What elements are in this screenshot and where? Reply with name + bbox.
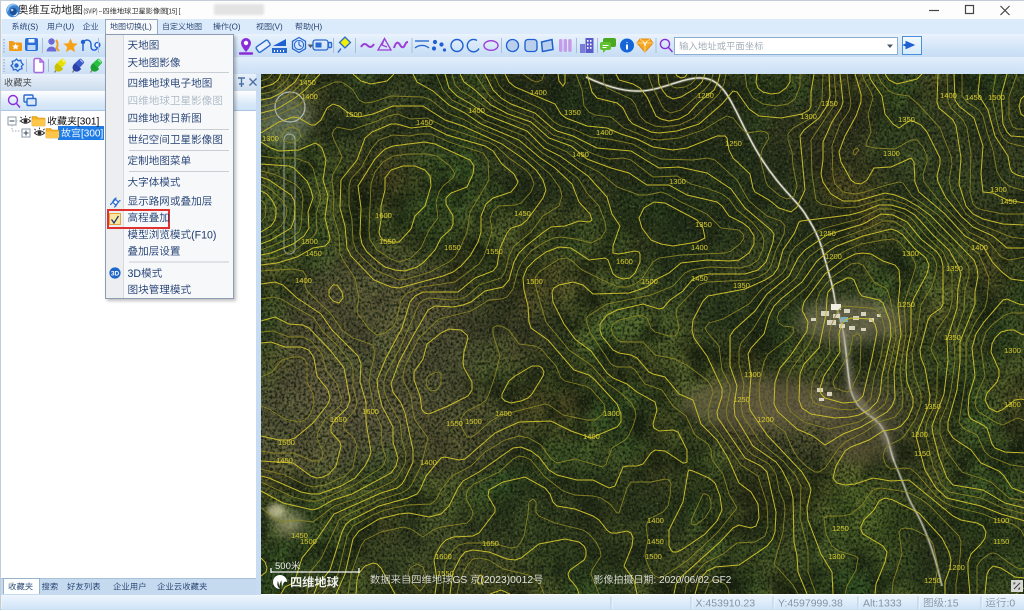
svg-text:1400: 1400 bbox=[583, 432, 600, 441]
svg-text:1500: 1500 bbox=[641, 277, 658, 286]
svg-text:1300: 1300 bbox=[828, 552, 845, 561]
svg-text:1400: 1400 bbox=[691, 243, 708, 252]
svg-text:1350: 1350 bbox=[946, 264, 963, 273]
svg-text:1350: 1350 bbox=[924, 402, 941, 411]
svg-text:1200: 1200 bbox=[911, 430, 928, 439]
svg-text:1300: 1300 bbox=[744, 370, 761, 379]
svg-text:1250: 1250 bbox=[832, 524, 849, 533]
svg-text:1450: 1450 bbox=[514, 209, 531, 218]
svg-text:1450: 1450 bbox=[305, 249, 322, 258]
svg-text:1300: 1300 bbox=[603, 409, 620, 418]
svg-text:1600: 1600 bbox=[362, 407, 379, 416]
svg-text:1250: 1250 bbox=[725, 139, 742, 148]
svg-text:1450: 1450 bbox=[965, 93, 982, 102]
svg-text:1600: 1600 bbox=[375, 211, 392, 220]
svg-text:1450: 1450 bbox=[647, 537, 664, 546]
svg-text:1350: 1350 bbox=[733, 281, 750, 290]
svg-text:1400: 1400 bbox=[295, 276, 312, 285]
svg-text:1500: 1500 bbox=[300, 537, 317, 546]
svg-text:1550: 1550 bbox=[486, 247, 503, 256]
svg-text:1250: 1250 bbox=[819, 229, 836, 238]
svg-text:1300: 1300 bbox=[262, 134, 279, 143]
svg-text:1500: 1500 bbox=[465, 417, 482, 426]
svg-text:1250: 1250 bbox=[697, 91, 714, 100]
svg-text:500: 500 bbox=[275, 561, 291, 572]
svg-text:1400: 1400 bbox=[971, 243, 988, 252]
svg-text:1300: 1300 bbox=[800, 112, 817, 121]
svg-text:1500: 1500 bbox=[278, 438, 295, 447]
svg-text:1500: 1500 bbox=[526, 277, 543, 286]
svg-text:1350: 1350 bbox=[821, 99, 838, 108]
svg-text:1250: 1250 bbox=[733, 395, 750, 404]
svg-text:1500: 1500 bbox=[645, 552, 662, 561]
svg-text:1450: 1450 bbox=[299, 78, 316, 87]
svg-text:1400: 1400 bbox=[420, 458, 437, 467]
svg-text:1500: 1500 bbox=[345, 110, 362, 119]
svg-text:1250: 1250 bbox=[924, 576, 941, 585]
svg-text:GS: GS bbox=[452, 575, 467, 586]
svg-text:1300: 1300 bbox=[902, 249, 919, 258]
svg-text:1300: 1300 bbox=[669, 177, 686, 186]
svg-text:1650: 1650 bbox=[444, 243, 461, 252]
svg-text:1500: 1500 bbox=[988, 93, 1005, 102]
svg-text:1600: 1600 bbox=[616, 257, 633, 266]
svg-text:1350: 1350 bbox=[898, 115, 915, 124]
svg-text:1400: 1400 bbox=[301, 92, 318, 101]
svg-text:: 2020/06/02 GF2: : 2020/06/02 GF2 bbox=[654, 575, 732, 586]
svg-text:1350: 1350 bbox=[695, 220, 712, 229]
svg-text:1400: 1400 bbox=[647, 516, 664, 525]
svg-text:1300: 1300 bbox=[990, 185, 1007, 194]
svg-text:1400: 1400 bbox=[596, 128, 613, 137]
svg-text:1450: 1450 bbox=[572, 150, 589, 159]
svg-text:1500: 1500 bbox=[301, 237, 318, 246]
svg-text:1250: 1250 bbox=[898, 300, 915, 309]
svg-text:1400: 1400 bbox=[468, 106, 485, 115]
svg-text:1450: 1450 bbox=[416, 118, 433, 127]
svg-text:(2023)0012: (2023)0012 bbox=[480, 575, 533, 586]
svg-text:1150: 1150 bbox=[914, 449, 930, 458]
svg-text:1350: 1350 bbox=[944, 333, 961, 342]
svg-text:1100: 1100 bbox=[993, 516, 1009, 525]
svg-text:1550: 1550 bbox=[446, 419, 463, 428]
svg-text:1350: 1350 bbox=[564, 108, 581, 117]
svg-text:1300: 1300 bbox=[883, 149, 900, 158]
svg-text:1400: 1400 bbox=[530, 88, 547, 97]
svg-text:1550: 1550 bbox=[379, 237, 396, 246]
svg-text:1200: 1200 bbox=[757, 415, 774, 424]
svg-text:1600: 1600 bbox=[435, 552, 452, 561]
svg-text:1450: 1450 bbox=[1000, 197, 1017, 206]
svg-text:1400: 1400 bbox=[495, 409, 512, 418]
svg-text:1400: 1400 bbox=[940, 91, 957, 100]
svg-text:1650: 1650 bbox=[482, 539, 499, 548]
svg-text:1450: 1450 bbox=[691, 274, 708, 283]
svg-text:1300: 1300 bbox=[1004, 346, 1021, 355]
svg-text:1650: 1650 bbox=[330, 415, 347, 424]
svg-text:1200: 1200 bbox=[948, 563, 965, 572]
svg-text:1300: 1300 bbox=[1004, 400, 1021, 409]
svg-text:1150: 1150 bbox=[993, 537, 1009, 546]
svg-text:1200: 1200 bbox=[825, 252, 842, 261]
svg-text:1450: 1450 bbox=[276, 456, 293, 465]
